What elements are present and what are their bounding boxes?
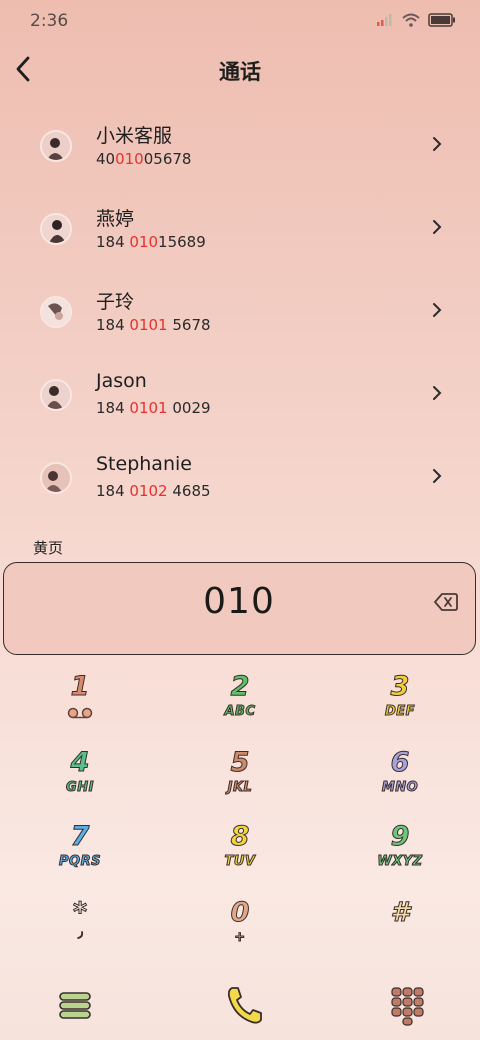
comma-icon xyxy=(77,931,84,939)
key-4[interactable]: 4 GHI xyxy=(0,746,160,820)
key-digit: 4 xyxy=(70,747,90,779)
key-digit: * xyxy=(72,897,88,929)
contact-row[interactable]: 小米客服 4001005678 xyxy=(0,100,480,183)
key-letters: WXYZ xyxy=(377,854,423,870)
bottom-bar xyxy=(0,978,480,1040)
key-digit: 8 xyxy=(230,821,250,853)
contact-name: 小米客服 xyxy=(96,125,173,147)
menu-icon[interactable] xyxy=(58,984,98,1026)
key-8[interactable]: 8 TUV xyxy=(160,820,320,894)
avatar xyxy=(40,213,72,245)
yellow-pages-label: 黄页 xyxy=(33,539,64,557)
key-digit: 9 xyxy=(390,821,410,853)
contact-number: 184 0102 4685 xyxy=(96,482,211,500)
key-letters: PQRS xyxy=(59,854,101,870)
avatar-image-icon xyxy=(42,132,70,160)
contact-row[interactable]: Stephanie 184 0102 4685 xyxy=(0,432,480,515)
key-6[interactable]: 6 MNO xyxy=(320,746,480,820)
wifi-icon xyxy=(402,13,420,27)
contact-number: 4001005678 xyxy=(96,150,192,168)
header: 通话 xyxy=(0,42,480,100)
contact-name: Jason xyxy=(96,370,147,392)
key-7[interactable]: 7 PQRS xyxy=(0,820,160,894)
key-letters: MNO xyxy=(381,780,419,796)
key-letters: + xyxy=(234,930,246,946)
avatar xyxy=(40,462,72,494)
contact-number: 184 0101 0029 xyxy=(96,399,211,417)
keypad: 1 2 ABC 3 DEF 4 GHI 5 JKL 6 MNO 7 PQRS 8… xyxy=(0,670,480,970)
dial-number: 010 xyxy=(203,581,275,622)
status-bar: 2:36 xyxy=(0,0,480,42)
avatar xyxy=(40,296,72,328)
key-letters: DEF xyxy=(384,704,416,720)
signal-icon xyxy=(377,14,392,26)
contact-number: 184 0101 5678 xyxy=(96,316,211,334)
page-title: 通话 xyxy=(219,60,261,84)
call-icon[interactable] xyxy=(224,984,264,1026)
status-icons xyxy=(376,13,456,27)
contact-name: Stephanie xyxy=(96,453,192,475)
chevron-right-icon[interactable] xyxy=(430,135,444,153)
key-1[interactable]: 1 xyxy=(0,670,160,744)
voicemail-icon xyxy=(67,707,93,719)
status-time: 2:36 xyxy=(30,11,69,31)
key-2[interactable]: 2 ABC xyxy=(160,670,320,744)
key-digit: 2 xyxy=(230,671,250,703)
avatar-image-icon xyxy=(42,381,70,409)
key-hash[interactable]: # xyxy=(320,896,480,970)
key-5[interactable]: 5 JKL xyxy=(160,746,320,820)
chevron-right-icon[interactable] xyxy=(430,467,444,485)
key-digit: 6 xyxy=(390,747,410,779)
backspace-icon[interactable] xyxy=(434,591,458,613)
key-digit: # xyxy=(390,897,410,929)
contact-number: 184 01015689 xyxy=(96,233,206,251)
key-letters: ABC xyxy=(224,704,256,720)
key-letters: JKL xyxy=(227,780,253,796)
contact-row[interactable]: 子玲 184 0101 5678 xyxy=(0,266,480,349)
keypad-grid-icon[interactable] xyxy=(390,984,430,1026)
contact-name: 子玲 xyxy=(96,291,135,313)
key-letters: GHI xyxy=(66,780,94,796)
key-digit: 3 xyxy=(390,671,410,703)
avatar-image-icon xyxy=(42,464,70,492)
avatar xyxy=(40,379,72,411)
key-3[interactable]: 3 DEF xyxy=(320,670,480,744)
avatar-image-icon xyxy=(42,215,70,243)
key-digit: 5 xyxy=(230,747,250,779)
key-digit: 7 xyxy=(70,821,90,853)
contact-name: 燕婷 xyxy=(96,208,135,230)
battery-icon xyxy=(428,13,455,27)
contact-row[interactable]: Jason 184 0101 0029 xyxy=(0,349,480,432)
avatar xyxy=(40,130,72,162)
dial-display: 010 xyxy=(3,562,476,655)
chevron-right-icon[interactable] xyxy=(430,384,444,402)
chevron-right-icon[interactable] xyxy=(430,301,444,319)
key-star[interactable]: * xyxy=(0,896,160,970)
key-digit: 1 xyxy=(70,671,90,703)
key-letters: TUV xyxy=(224,854,256,870)
key-9[interactable]: 9 WXYZ xyxy=(320,820,480,894)
chevron-right-icon[interactable] xyxy=(430,218,444,236)
avatar-image-icon xyxy=(42,298,70,326)
contact-row[interactable]: 燕婷 184 01015689 xyxy=(0,183,480,266)
key-digit: 0 xyxy=(230,897,250,929)
key-0[interactable]: 0 + xyxy=(160,896,320,970)
